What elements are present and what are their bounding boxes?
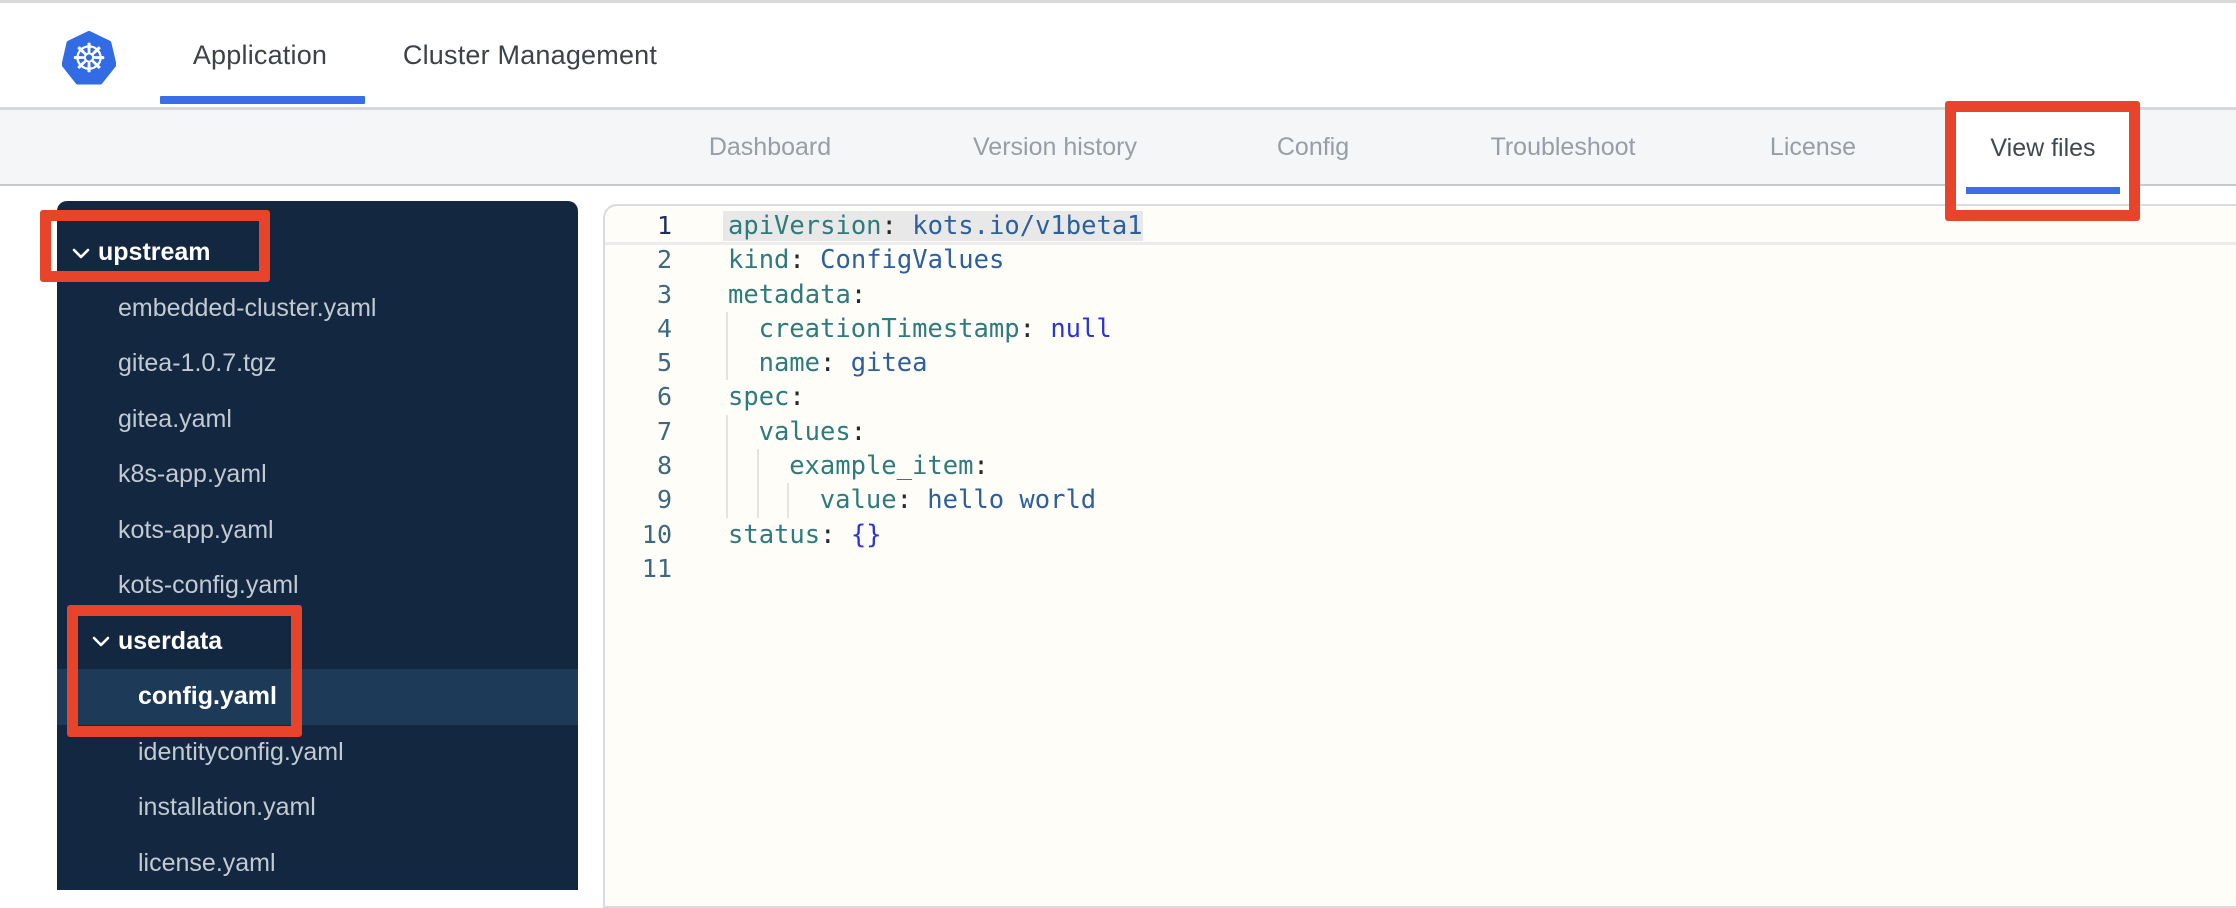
code-line-1: 1 apiVersion: kots.io/v1beta1 — [605, 209, 2236, 246]
folder-label: upstream — [98, 238, 211, 267]
code-text: spec: — [728, 382, 805, 413]
view-files-label: View files — [1990, 133, 2096, 162]
tab-troubleshoot[interactable]: Troubleshoot — [1491, 110, 1636, 184]
line-number: 7 — [656, 416, 672, 446]
view-files-underline — [1966, 187, 2120, 194]
line-number: 6 — [656, 382, 672, 412]
line-number: 4 — [656, 313, 672, 343]
file-license.yaml[interactable]: license.yaml — [57, 836, 578, 892]
file-embedded-cluster.yaml[interactable]: embedded-cluster.yaml — [57, 281, 578, 337]
tab-license[interactable]: License — [1770, 110, 1856, 184]
code-line-2: 2 kind: ConfigValues — [605, 243, 2236, 277]
chevron-down-icon — [92, 636, 110, 647]
file-content-editor[interactable]: 1 apiVersion: kots.io/v1beta1 2 kind: Confi… — [603, 204, 2236, 908]
line-number: 2 — [656, 245, 672, 275]
code-line-11: 11 — [605, 552, 2236, 586]
file-label: config.yaml — [138, 682, 277, 711]
file-k8s-app.yaml[interactable]: k8s-app.yaml — [57, 447, 578, 503]
file-label: embedded-cluster.yaml — [118, 293, 377, 322]
line-number: 10 — [641, 519, 672, 549]
active-tab-underline — [160, 96, 365, 104]
code-line-9: 9 value: hello world — [605, 483, 2236, 518]
file-label: license.yaml — [138, 848, 276, 877]
code-text: value: hello world — [819, 485, 1097, 516]
folder-userdata[interactable]: userdata — [57, 614, 578, 670]
indent-guide — [756, 483, 759, 518]
file-label: k8s-app.yaml — [118, 460, 267, 489]
kots-admin-console: { "colors": { "accent_blue": "#3a6ee8", … — [0, 0, 2236, 908]
line-number: 9 — [656, 485, 672, 515]
code-text: kind: ConfigValues — [728, 245, 1005, 276]
tab-application[interactable]: Application — [193, 3, 327, 107]
file-label: kots-config.yaml — [118, 571, 299, 600]
code-text: values: — [758, 416, 867, 447]
code-area: 1 apiVersion: kots.io/v1beta1 2 kind: Confi… — [605, 209, 2236, 586]
indent-guide — [756, 449, 759, 484]
code-line-5: 5 name: gitea — [605, 346, 2236, 381]
code-line-7: 7 values: — [605, 414, 2236, 450]
chevron-down-icon — [72, 248, 90, 259]
indent-guide — [787, 483, 790, 518]
file-kots-config.yaml[interactable]: kots-config.yaml — [57, 558, 578, 614]
file-label: identityconfig.yaml — [138, 737, 344, 766]
file-identityconfig.yaml[interactable]: identityconfig.yaml — [57, 725, 578, 781]
code-line-3: 3 metadata: — [605, 278, 2236, 312]
kubernetes-logo-icon: ☸ — [62, 31, 116, 87]
file-label: kots-app.yaml — [118, 515, 274, 544]
file-label: gitea-1.0.7.tgz — [118, 349, 277, 378]
file-kots-app.yaml[interactable]: kots-app.yaml — [57, 503, 578, 559]
code-text: metadata: — [728, 279, 867, 310]
code-text: name: gitea — [758, 348, 928, 379]
code-text: creationTimestamp: null — [758, 313, 1112, 344]
indent-guide — [726, 449, 728, 484]
file-config.yaml[interactable]: config.yaml — [57, 669, 578, 725]
indent-guide — [726, 414, 728, 450]
code-line-6: 6 spec: — [605, 380, 2236, 414]
code-text: apiVersion: kots.io/v1beta1 — [728, 209, 1143, 243]
tab-version-history[interactable]: Version history — [973, 110, 1137, 184]
line-number: 5 — [656, 348, 672, 378]
line-number: 1 — [656, 211, 672, 240]
code-line-4: 4 creationTimestamp: null — [605, 311, 2236, 347]
file-tree: upstream embedded-cluster.yaml gitea-1.0.7… — [57, 225, 578, 891]
code-line-8: 8 example_item: — [605, 449, 2236, 484]
file-installation.yaml[interactable]: installation.yaml — [57, 780, 578, 836]
line-number: 3 — [656, 279, 672, 309]
file-tree-sidebar: upstream embedded-cluster.yaml gitea-1.0.7… — [57, 201, 578, 890]
tab-cluster-management[interactable]: Cluster Management — [403, 3, 657, 107]
file-gitea.yaml[interactable]: gitea.yaml — [57, 392, 578, 448]
line-number: 11 — [641, 553, 672, 583]
code-text: status: {} — [728, 519, 882, 550]
file-label: installation.yaml — [138, 793, 316, 822]
tab-view-files[interactable]: View files — [1956, 110, 2130, 194]
file-gitea-1.0.7.tgz[interactable]: gitea-1.0.7.tgz — [57, 336, 578, 392]
folder-label: userdata — [118, 626, 223, 655]
helm-wheel-glyph: ☸ — [71, 37, 107, 81]
file-label: gitea.yaml — [118, 404, 232, 433]
app-header: ☸ Application Cluster Management — [0, 3, 2236, 110]
app-subnav: Dashboard Version history Config Troublesho… — [0, 110, 2236, 186]
indent-guide — [726, 483, 728, 518]
code-line-10: 10 status: {} — [605, 518, 2236, 552]
tab-config[interactable]: Config — [1277, 110, 1349, 184]
tab-dashboard[interactable]: Dashboard — [709, 110, 831, 184]
code-text: example_item: — [789, 451, 989, 482]
indent-guide — [726, 346, 728, 381]
line-number: 8 — [656, 451, 672, 481]
folder-upstream[interactable]: upstream — [57, 225, 578, 281]
selected-text: apiVersion: kots.io/v1beta1 — [728, 211, 1143, 241]
indent-guide — [726, 311, 728, 347]
